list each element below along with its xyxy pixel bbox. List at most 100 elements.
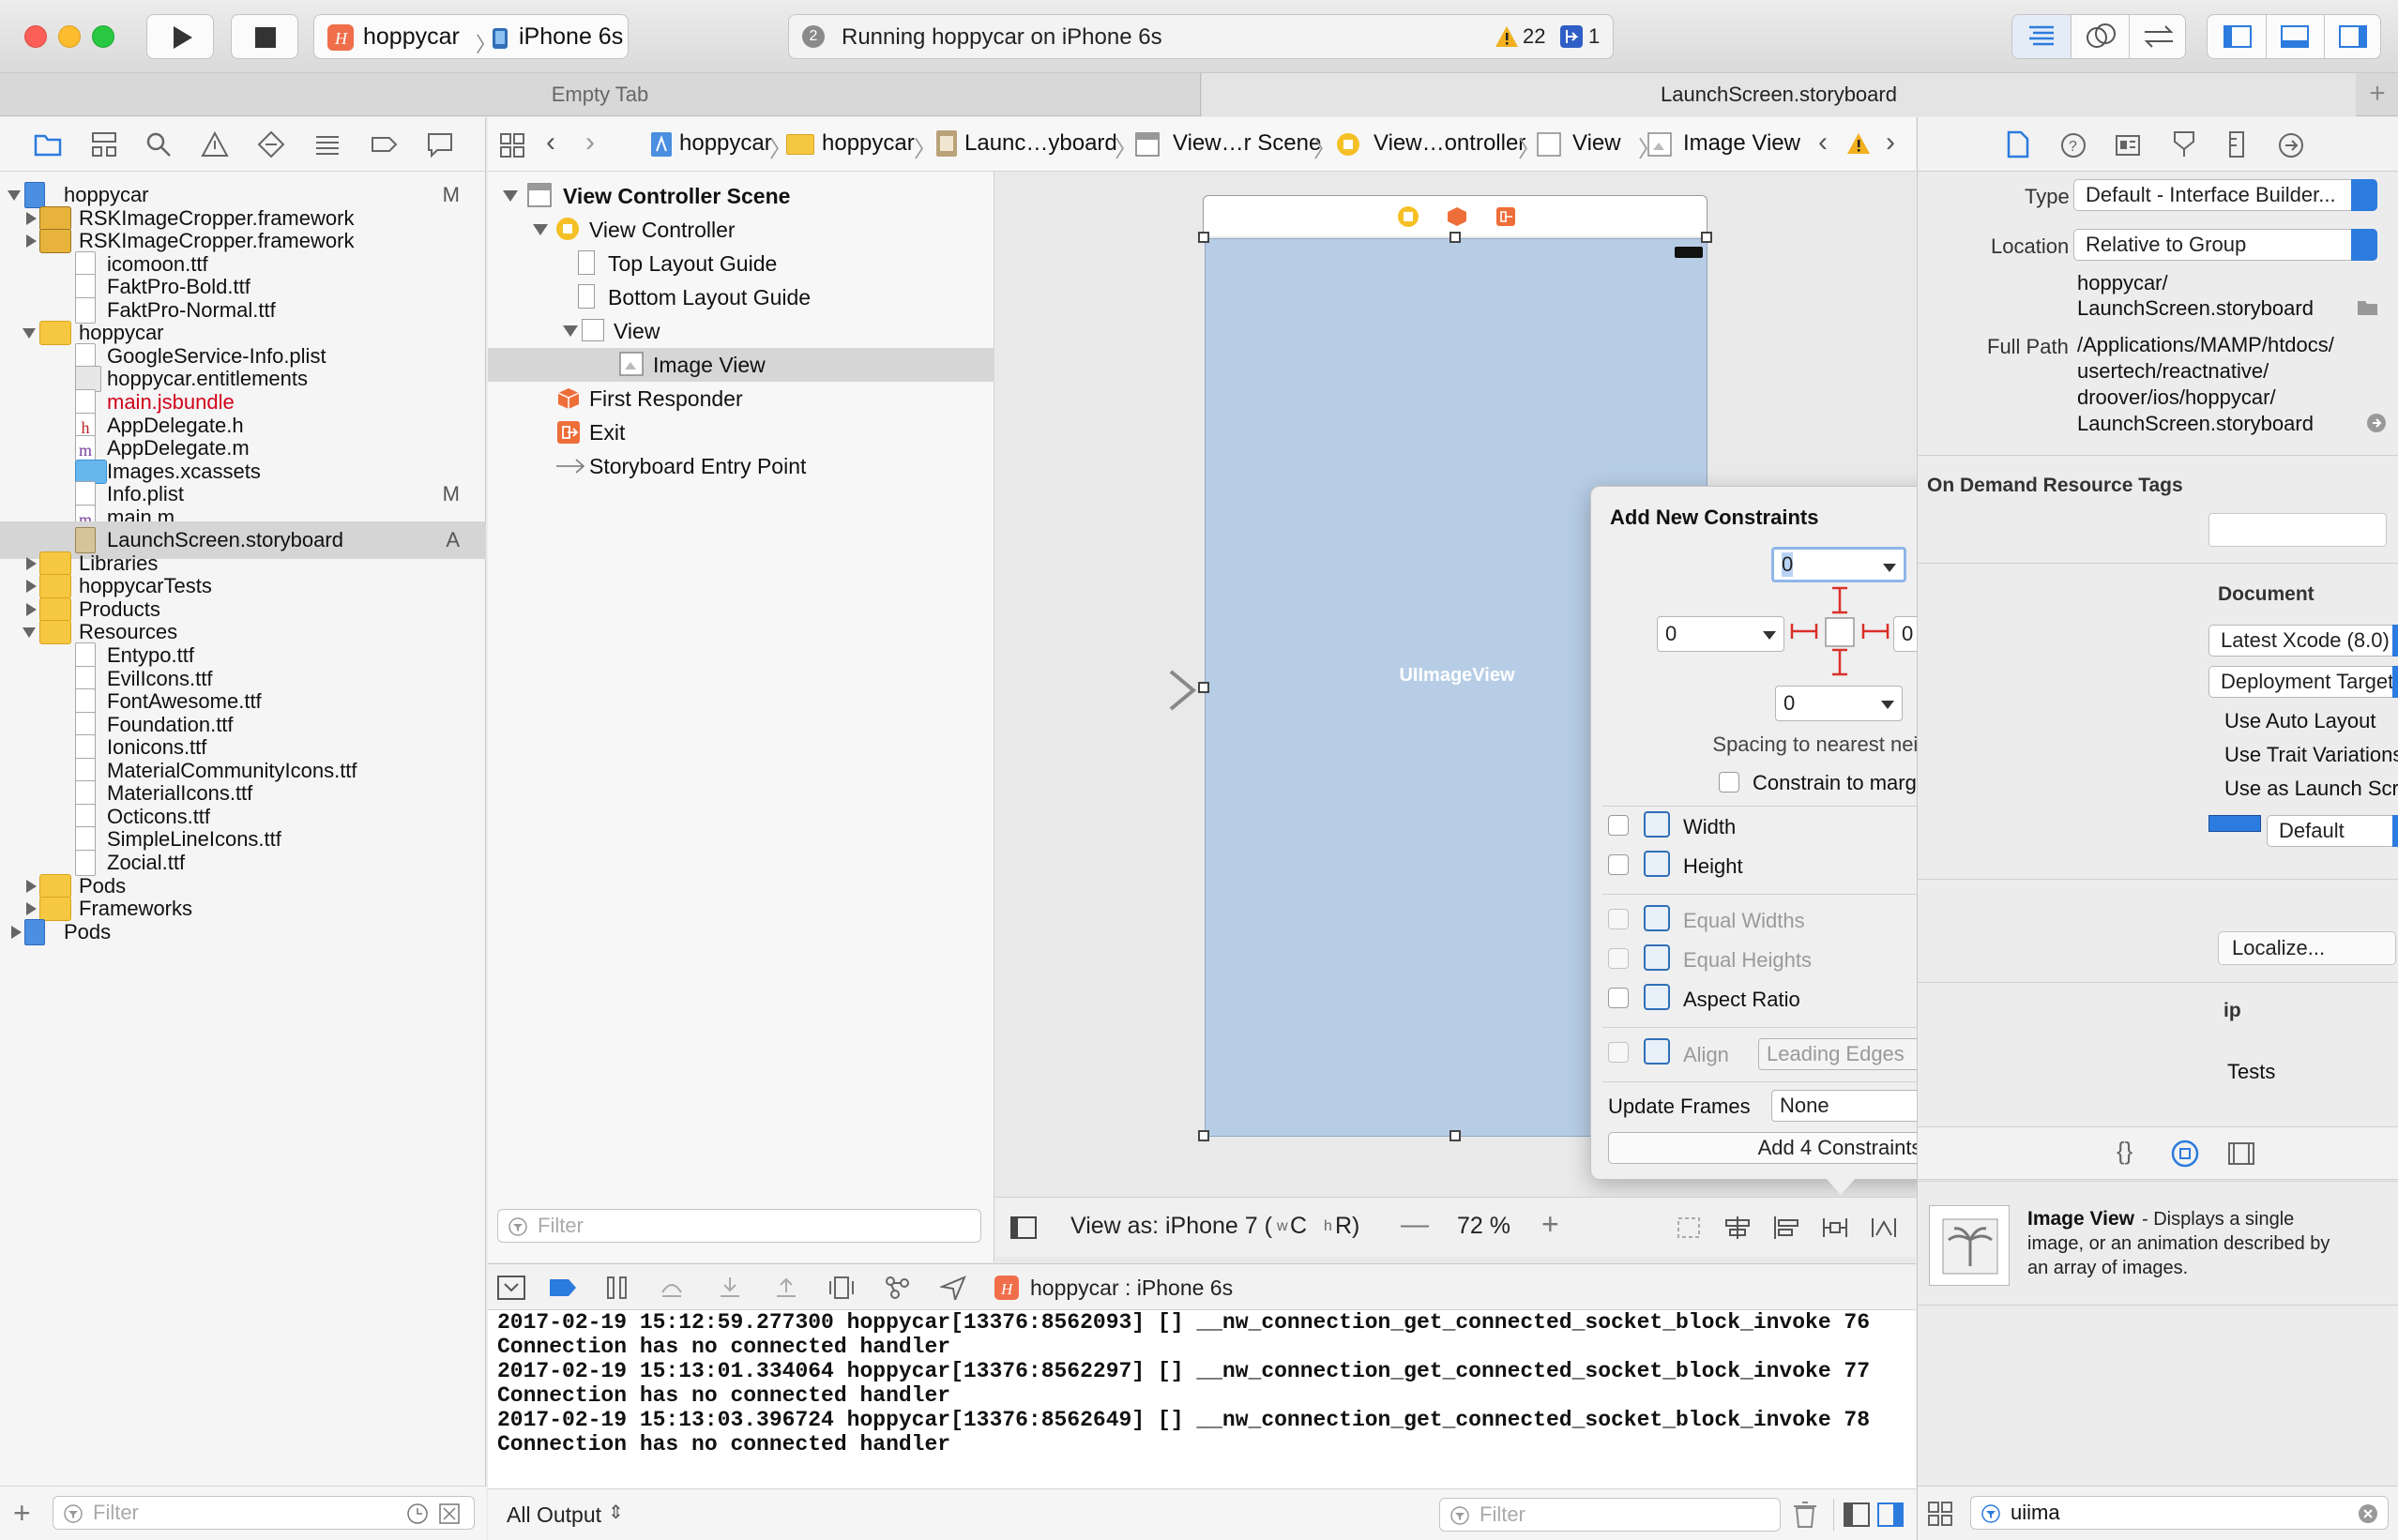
report-navigator-icon[interactable] [426, 130, 454, 159]
output-selector[interactable]: All Output [507, 1502, 601, 1528]
run-button[interactable] [146, 14, 214, 59]
location-icon[interactable] [940, 1276, 966, 1300]
constraint-struts-icon[interactable] [1788, 581, 1891, 689]
bottom-spacing-field[interactable]: 0 [1775, 686, 1903, 721]
width-checkbox[interactable] [1608, 815, 1629, 836]
new-tab-button[interactable]: + [2357, 73, 2398, 116]
connections-inspector-icon[interactable] [2278, 132, 2304, 159]
outline-row-top-layout-guide[interactable]: Top Layout Guide [488, 247, 994, 280]
builds-for-select[interactable]: Deployment Target (8.0) [2208, 666, 2398, 698]
location-select[interactable]: Relative to Group [2073, 229, 2377, 261]
toggle-utilities-button[interactable] [2324, 15, 2382, 58]
file-type-select[interactable]: Default - Interface Builder... [2073, 179, 2377, 211]
media-library-icon[interactable] [2227, 1141, 2255, 1166]
opens-in-select[interactable]: Latest Xcode (8.0) [2208, 625, 2398, 657]
resize-handle[interactable] [1198, 232, 1209, 243]
quick-help-icon[interactable]: ? [2060, 132, 2087, 159]
aspect-ratio-checkbox[interactable] [1608, 988, 1629, 1008]
disclosure-expanded-icon[interactable] [563, 325, 578, 337]
view-controller-icon[interactable] [1397, 205, 1419, 228]
jump-view-controller[interactable]: View…ontroller [1374, 130, 1525, 157]
step-into-icon[interactable] [717, 1276, 743, 1300]
step-out-icon[interactable] [773, 1276, 799, 1300]
resize-handle[interactable] [1701, 232, 1712, 243]
disclosure-collapsed-icon[interactable] [11, 925, 22, 939]
outline-row-exit[interactable]: Exit [488, 415, 994, 449]
outline-row-scene[interactable]: View Controller Scene [488, 179, 994, 213]
jump-file[interactable]: Launc…yboard [964, 130, 1117, 157]
jump-group[interactable]: hoppycar [822, 130, 915, 157]
toggle-outline-icon[interactable] [1010, 1216, 1037, 1239]
warning-icon[interactable] [1495, 25, 1519, 48]
reveal-in-finder-icon[interactable] [2366, 413, 2387, 433]
minimize-window-button[interactable] [58, 25, 81, 48]
use-trait-variations-label[interactable]: Use Trait Variations [2224, 743, 2398, 767]
issue-navigator-icon[interactable] [201, 130, 229, 159]
add-file-button[interactable]: + [13, 1496, 31, 1531]
outline-filter-input[interactable]: Filter [497, 1209, 981, 1243]
use-auto-layout-label[interactable]: Use Auto Layout [2224, 709, 2375, 733]
debug-target[interactable]: hoppycar : iPhone 6s [1030, 1276, 1233, 1301]
equal-heights-checkbox[interactable] [1608, 948, 1629, 969]
resolve-layout-issues-icon[interactable] [1870, 1215, 1898, 1241]
search-icon[interactable] [144, 130, 173, 159]
outline-row-image-view[interactable]: Image View [488, 348, 994, 382]
related-items-icon[interactable] [499, 132, 525, 159]
view-debugger-icon[interactable] [827, 1276, 856, 1300]
embed-in-stack-icon[interactable] [1675, 1215, 1703, 1241]
version-editor-button[interactable] [2129, 15, 2187, 58]
debug-navigator-icon[interactable] [313, 130, 341, 159]
resize-handle[interactable] [1198, 682, 1209, 693]
jump-scene[interactable]: View…r Scene [1173, 130, 1321, 157]
jump-image-view[interactable]: Image View [1683, 130, 1800, 157]
toggle-navigator-button[interactable] [2208, 15, 2266, 58]
issue-icon[interactable] [1560, 25, 1583, 48]
localize-button[interactable]: Localize... [2218, 931, 2396, 965]
hide-debug-area-icon[interactable] [497, 1276, 525, 1300]
stop-button[interactable] [231, 14, 298, 59]
entry-point-arrow-icon[interactable] [1070, 662, 1201, 718]
navigator-filter-input[interactable]: Filter [53, 1496, 475, 1530]
close-window-button[interactable] [24, 25, 47, 48]
toggle-debug-area-button[interactable] [2266, 15, 2324, 58]
zoom-window-button[interactable] [92, 25, 114, 48]
disclosure-expanded-icon[interactable] [503, 190, 518, 202]
global-tint-swatch[interactable] [2208, 815, 2261, 832]
pause-icon[interactable] [604, 1276, 630, 1300]
trash-icon[interactable] [1792, 1501, 1818, 1529]
outline-row-view-controller[interactable]: View Controller [488, 213, 994, 247]
first-responder-icon[interactable] [1446, 205, 1468, 228]
resize-handle[interactable] [1449, 1130, 1461, 1141]
warning-icon[interactable] [1846, 132, 1871, 155]
forward-button[interactable]: › [585, 127, 595, 159]
memory-graph-icon[interactable] [884, 1276, 912, 1300]
tab-empty[interactable]: Empty Tab [0, 73, 1201, 116]
assistant-editor-button[interactable] [2071, 15, 2129, 58]
attributes-inspector-icon[interactable] [2171, 130, 2197, 159]
breakpoint-navigator-icon[interactable] [370, 130, 398, 159]
height-checkbox[interactable] [1608, 854, 1629, 875]
console-filter-input[interactable]: Filter [1439, 1498, 1781, 1532]
file-tree-row[interactable]: Pods [0, 913, 486, 951]
standard-editor-button[interactable] [2012, 15, 2071, 58]
scm-status-filter-icon[interactable] [438, 1502, 461, 1525]
grid-view-icon[interactable] [1927, 1501, 1953, 1527]
identity-inspector-icon[interactable] [2115, 132, 2141, 159]
use-launch-screen-label[interactable]: Use as Launch Screen [2224, 777, 2398, 801]
pin-icon[interactable] [1772, 1215, 1800, 1241]
console-view-icon[interactable] [1876, 1502, 1905, 1528]
constrain-margins-checkbox[interactable] [1719, 772, 1739, 793]
choose-folder-icon[interactable] [2357, 298, 2379, 317]
equal-widths-checkbox[interactable] [1608, 909, 1629, 929]
test-navigator-icon[interactable] [257, 130, 285, 159]
back-button[interactable]: ‹ [546, 127, 555, 159]
next-issue-button[interactable]: › [1886, 127, 1895, 159]
zoom-in-button[interactable]: + [1541, 1207, 1559, 1242]
tab-launchscreen[interactable]: LaunchScreen.storyboard [1202, 73, 2356, 116]
scheme-selector[interactable]: H hoppycar 〉 iPhone 6s [313, 14, 629, 59]
left-spacing-field[interactable]: 0 [1657, 616, 1784, 652]
jump-project[interactable]: hoppycar [679, 130, 772, 157]
warning-count[interactable]: 22 [1523, 24, 1545, 49]
resize-handle[interactable] [1198, 1130, 1209, 1141]
variables-view-icon[interactable] [1843, 1502, 1871, 1528]
